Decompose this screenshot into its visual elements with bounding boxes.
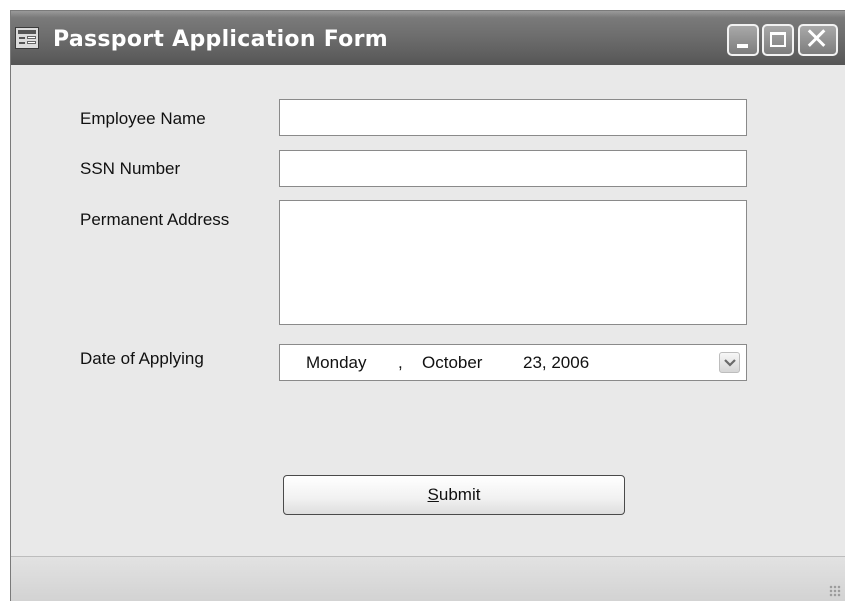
ssn-number-label: SSN Number xyxy=(80,159,181,178)
maximize-button[interactable] xyxy=(762,24,794,56)
date-dropdown-button[interactable] xyxy=(719,352,740,373)
date-of-applying-label: Date of Applying xyxy=(80,349,204,368)
employee-name-field[interactable] xyxy=(279,99,747,136)
window-title: Passport Application Form xyxy=(53,27,388,52)
close-button[interactable]: ✕ xyxy=(798,22,838,57)
close-icon: ✕ xyxy=(804,22,830,57)
title-bar[interactable]: Passport Application Form ✕ xyxy=(11,11,845,65)
chevron-down-icon xyxy=(724,359,736,367)
permanent-address-label: Permanent Address xyxy=(80,210,230,229)
minimize-icon xyxy=(737,44,748,48)
date-month[interactable]: October xyxy=(422,353,482,373)
form-app-icon[interactable] xyxy=(15,27,39,49)
maximize-icon xyxy=(770,32,786,47)
employee-name-label: Employee Name xyxy=(80,109,206,128)
permanent-address-field[interactable] xyxy=(279,200,747,325)
status-bar xyxy=(11,556,845,601)
submit-label-rest: ubmit xyxy=(438,485,481,504)
date-separator: , xyxy=(398,353,403,372)
minimize-button[interactable] xyxy=(727,24,759,56)
resize-grip-icon[interactable] xyxy=(829,585,841,597)
date-picker[interactable]: Monday , October 23, 2006 xyxy=(279,344,747,381)
submit-mnemonic: S xyxy=(427,485,439,504)
date-day-year[interactable]: 23, 2006 xyxy=(523,353,589,373)
passport-application-window: Passport Application Form ✕ Employee Nam… xyxy=(10,10,845,601)
ssn-number-field[interactable] xyxy=(279,150,747,187)
date-weekday[interactable]: Monday xyxy=(306,353,366,373)
submit-button[interactable]: Submit xyxy=(283,475,625,515)
